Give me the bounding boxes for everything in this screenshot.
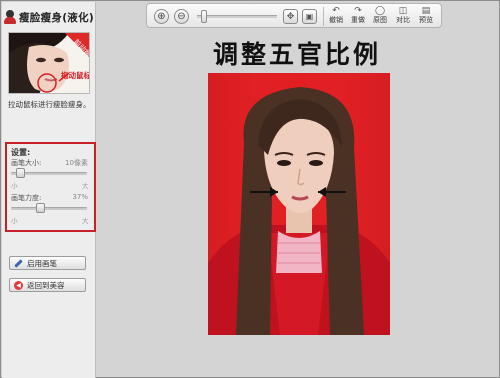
zoom-in-button[interactable]: ⊕ [154, 9, 169, 24]
app-window: 瘦脸瘦身(液化) 前动瘦 拖动鼠标 拉动鼠标进行瘦脸瘦身。 设置: 画笔大小: … [0, 0, 500, 378]
brush-size-label: 画笔大小: [11, 159, 42, 167]
compare-button[interactable]: ◫ 对比 [392, 6, 414, 27]
enable-brush-label: 启用画笔 [27, 258, 57, 268]
original-label: 原图 [373, 16, 387, 24]
preview-button[interactable]: ▤ 预览 [415, 6, 437, 27]
undo-icon: ↶ [332, 6, 340, 16]
back-icon: ◀ [13, 280, 24, 291]
redo-button[interactable]: ↷ 重做 [347, 6, 369, 27]
panel-header: 瘦脸瘦身(液化) [4, 9, 94, 25]
effect-preview-image: 前动瘦 拖动鼠标 [8, 32, 90, 94]
zoom-out-button[interactable]: ⊖ [174, 9, 189, 24]
top-toolbar: ⊕ ⊖ ✥ ▣ ↶ 撤销 ↷ 重做 ◯ 原图 ◫ 对比 ▤ 预览 [146, 3, 442, 28]
original-button[interactable]: ◯ 原图 [369, 6, 391, 27]
brush-strength-label: 画笔力度: [11, 194, 42, 202]
brush-size-min-label: 小 [11, 182, 18, 190]
preview-icon: ▤ [421, 6, 431, 16]
settings-panel: 设置: 画笔大小: 10像素 小 大 画笔力度: 37% 小 大 [5, 142, 96, 232]
brush-strength-slider-handle[interactable] [35, 203, 45, 213]
zoom-slider[interactable] [197, 15, 277, 18]
back-to-beauty-label: 返回到美容 [27, 280, 65, 290]
compare-label: 对比 [396, 16, 410, 24]
preview-label: 预览 [419, 16, 433, 24]
fit-window-icon: ✥ [286, 11, 295, 22]
settings-title: 设置: [11, 148, 31, 157]
original-icon: ◯ [374, 6, 386, 16]
redo-icon: ↷ [354, 6, 362, 16]
canvas-heading: 调整五官比例 [212, 40, 381, 69]
actual-size-icon: ▣ [305, 12, 314, 21]
zoom-slider-handle[interactable] [200, 10, 207, 23]
undo-button[interactable]: ↶ 撤销 [325, 6, 347, 27]
left-sidebar: 瘦脸瘦身(液化) 前动瘦 拖动鼠标 拉动鼠标进行瘦脸瘦身。 设置: 画笔大小: … [2, 2, 96, 378]
brush-size-value: 10像素 [65, 159, 88, 167]
actual-size-button[interactable]: ▣ [302, 9, 317, 24]
toolbar-divider [323, 7, 324, 26]
editable-photo[interactable] [208, 73, 390, 335]
zoom-out-icon: ⊖ [177, 11, 186, 22]
usage-hint: 拉动鼠标进行瘦脸瘦身。 [8, 100, 91, 109]
brush-strength-slider[interactable] [11, 207, 87, 210]
compare-icon: ◫ [398, 6, 408, 16]
back-to-beauty-button[interactable]: ◀ 返回到美容 [9, 278, 86, 292]
panel-title: 瘦脸瘦身(液化) [19, 11, 94, 24]
preview-caption: 拖动鼠标 [61, 70, 90, 80]
brush-strength-min-label: 小 [11, 217, 18, 225]
undo-label: 撤销 [329, 16, 343, 24]
zoom-in-icon: ⊕ [157, 11, 166, 22]
face-slim-icon [4, 10, 16, 24]
fit-window-button[interactable]: ✥ [283, 9, 298, 24]
brush-size-slider-handle[interactable] [16, 168, 26, 178]
brush-strength-max-label: 大 [82, 217, 89, 225]
brush-strength-value: 37% [72, 193, 88, 201]
brush-icon [13, 258, 24, 269]
redo-label: 重做 [351, 16, 365, 24]
brush-size-max-label: 大 [82, 182, 89, 190]
enable-brush-button[interactable]: 启用画笔 [9, 256, 86, 270]
